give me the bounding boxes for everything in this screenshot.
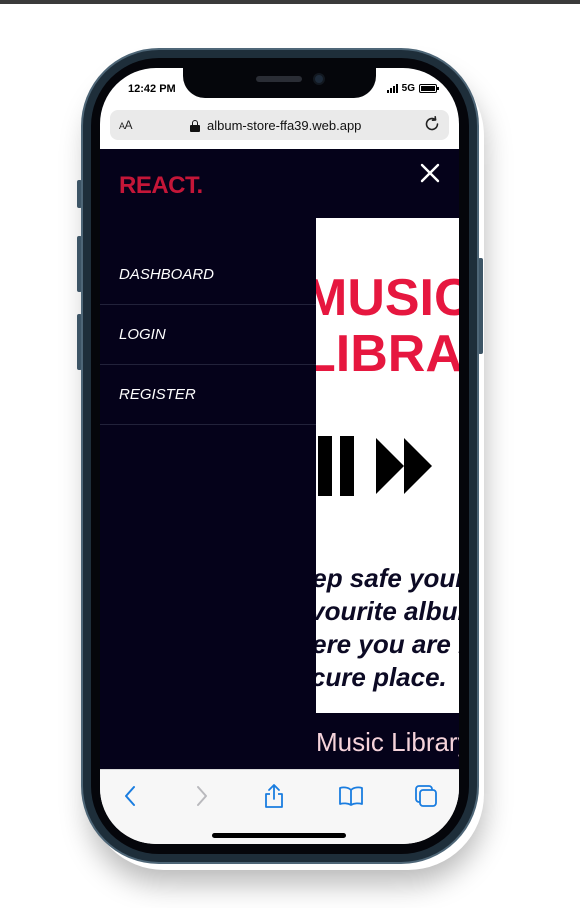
signal-icon: [386, 84, 398, 93]
hero-title-line-1: MUSIC: [316, 269, 459, 327]
tabs-icon: [415, 785, 437, 807]
forward-icon: [197, 786, 207, 806]
bookmarks-button[interactable]: [337, 782, 365, 810]
brand-logo[interactable]: REACT.: [119, 172, 203, 200]
bookmarks-icon: [339, 786, 363, 806]
nav-menu: DASHBOARD LOGIN REGISTER: [100, 245, 316, 425]
close-icon: [420, 163, 440, 183]
nav-drawer: REACT. DASHBOARD LOGIN REGISTER: [100, 149, 316, 769]
text-size-button[interactable]: AA: [119, 118, 133, 132]
nav-item-register[interactable]: REGISTER: [100, 365, 316, 425]
speaker: [256, 76, 302, 82]
hero-title: MUSIC LIBRARY: [316, 270, 459, 382]
close-menu-button[interactable]: [418, 161, 442, 185]
browser-toolbar: [100, 769, 459, 844]
status-time: 12:42 PM: [128, 83, 176, 95]
hero-subtitle: Keep safe your favourite albums where yo…: [316, 563, 459, 692]
fast-forward-icon: [376, 438, 432, 494]
battery-icon: [419, 84, 439, 93]
footer-title: Music Library: [316, 727, 459, 757]
share-icon: [265, 784, 283, 808]
url-display[interactable]: album-store-ffa39.web.app: [190, 118, 361, 133]
address-bar[interactable]: AA album-store-ffa39.web.app: [110, 110, 449, 140]
nav-item-dashboard[interactable]: DASHBOARD: [100, 245, 316, 305]
reload-icon[interactable]: [422, 114, 442, 139]
url-text: album-store-ffa39.web.app: [207, 118, 362, 133]
share-button[interactable]: [260, 782, 288, 810]
phone-screen: 12:42 PM 5G AA album-store-ffa39.web.app…: [100, 68, 459, 844]
front-camera: [313, 73, 325, 85]
status-indicators: 5G: [386, 83, 439, 94]
home-indicator: [212, 833, 346, 838]
notch: [183, 68, 376, 98]
playback-controls: [316, 436, 459, 505]
network-label: 5G: [401, 83, 415, 94]
hero-title-line-2: LIBRARY: [316, 325, 459, 383]
pause-icon: [318, 436, 354, 496]
hero-card: MUSIC LIBRARY Keep safe your favou: [316, 218, 459, 713]
tabs-button[interactable]: [412, 782, 440, 810]
back-button[interactable]: [116, 782, 144, 810]
lock-icon: [190, 119, 200, 132]
forward-button[interactable]: [188, 782, 216, 810]
window-top-border: [0, 0, 580, 4]
nav-item-login[interactable]: LOGIN: [100, 305, 316, 365]
web-page: MUSIC LIBRARY Keep safe your favou: [100, 149, 459, 769]
back-icon: [125, 786, 135, 806]
